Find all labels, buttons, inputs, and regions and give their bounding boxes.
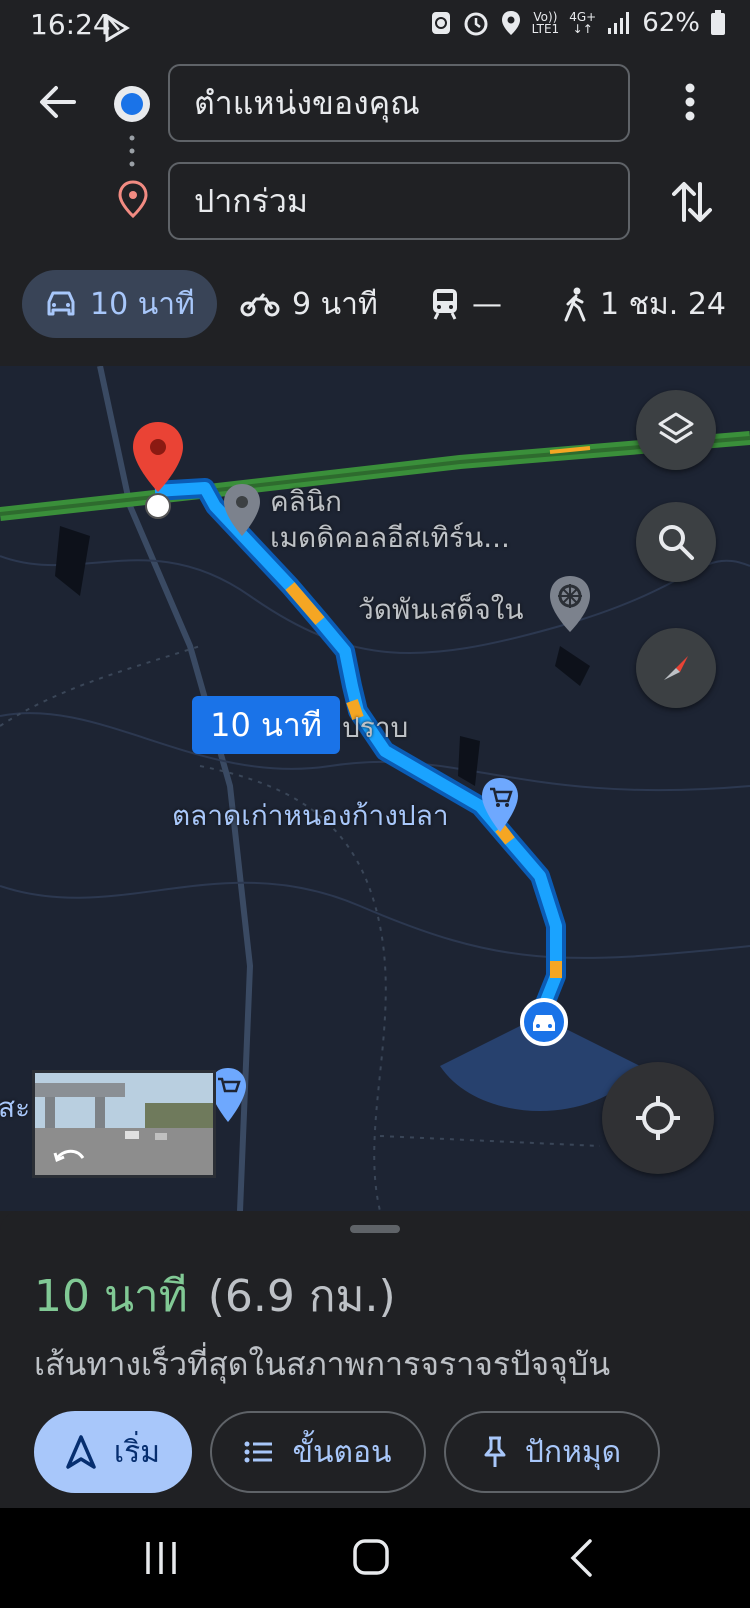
map-block [55,526,90,596]
start-button[interactable]: เริ่ม [34,1411,192,1493]
signal-icon [608,12,630,34]
mode-walking[interactable]: 1 ชม. 24 [562,270,726,338]
clinic-pin-icon[interactable] [222,482,262,538]
mode-motorcycle-label: 9 นาที [292,286,378,322]
layers-icon [658,412,694,444]
search-along-route-button[interactable] [636,502,716,582]
map-view[interactable]: คลินิก เมดดิคอลอีสเทิร์น... วัดพันเสด็จใ… [0,366,750,1211]
recycle-notification-icon [431,12,450,34]
current-location-car-icon [520,998,568,1046]
map-block [458,736,480,786]
clinic-label-line2[interactable]: เมดดิคอลอีสเทิร์น... [270,516,510,560]
route-duration-row: 10 นาที (6.9 กม.) [34,1261,396,1331]
route-description: เส้นทางเร็วที่สุดในสภาพการจราจรปัจจุบัน [34,1345,611,1383]
temple-label[interactable]: วัดพันเสด็จใน [358,588,524,632]
volte-bottom-label: LTE1 [531,22,560,36]
my-location-button[interactable] [602,1062,714,1174]
origin-dot-icon [114,86,150,122]
recent-apps-icon[interactable] [144,1540,178,1576]
origin-field[interactable]: ตำแหน่งของคุณ [168,64,630,142]
mode-driving[interactable]: 10 นาที [22,270,217,338]
data-indicator: 4G+ ↓↑ [569,11,596,35]
status-time: 16:24 [30,8,111,41]
mode-transit-label: — [472,286,502,322]
steps-button[interactable]: ขั้นตอน [210,1411,426,1493]
motorcycle-icon [240,293,280,317]
play-store-icon [105,14,130,42]
route-distance: (6.9 กม.) [207,1271,396,1322]
compass-button[interactable] [636,628,716,708]
map-road-minor [0,881,750,959]
status-icons: Vo)) LTE1 4G+ ↓↑ 62% [430,8,726,38]
travel-mode-bar: 10 นาที 9 นาที — 1 ชม. 24 [0,270,750,338]
walk-icon [564,287,586,322]
back-icon[interactable] [568,1538,594,1578]
location-icon [501,11,520,35]
edge-place-label[interactable]: สะ [0,1086,30,1130]
route-summary-sheet[interactable]: 10 นาที (6.9 กม.) เส้นทางเร็วที่สุดในสภา… [0,1211,750,1508]
destination-field[interactable]: ปากร่วม [168,162,630,240]
mode-driving-label: 10 นาที [90,286,195,322]
map-boundary [379,1135,601,1147]
home-icon[interactable] [352,1538,390,1576]
start-button-label: เริ่ม [113,1434,161,1470]
list-icon [244,1441,273,1463]
temple-pin-icon[interactable] [548,574,592,634]
search-icon [659,525,694,560]
layers-button[interactable] [636,390,716,470]
compass-icon [664,656,688,680]
prap-label[interactable]: ปราบ [342,706,408,750]
mode-transit[interactable]: — [430,270,502,338]
street-view-image [35,1073,213,1175]
data-arrows-icon: ↓↑ [572,22,593,36]
pin-button[interactable]: ปักหมุด [444,1411,660,1493]
route-duration: 10 นาที [34,1271,188,1322]
my-location-icon [636,1096,680,1140]
mode-motorcycle[interactable]: 9 นาที [240,270,378,338]
car-icon [47,291,75,316]
battery-icon [711,10,725,35]
directions-header: ตำแหน่งของคุณ ปากร่วม 10 นาที 9 นาที — 1… [0,56,750,366]
route-time-callout[interactable]: 10 นาที [192,696,340,754]
route-dots [129,135,135,167]
system-navigation-bar [0,1508,750,1608]
destination-pin-icon [118,180,148,218]
swap-directions-icon[interactable] [672,180,712,224]
navigation-arrow-icon [66,1435,96,1469]
map-block [555,646,590,686]
market-label[interactable]: ตลาดเก่าหนองก้างปลา [172,794,449,838]
volte-indicator: Vo)) LTE1 [532,11,560,35]
battery-percent: 62% [642,8,700,38]
back-arrow-icon[interactable] [38,84,78,120]
pin-button-label: ปักหมุด [524,1434,622,1470]
shopping-pin-icon[interactable] [480,776,520,834]
transit-icon [433,289,457,320]
mode-walking-label: 1 ชม. 24 [600,286,727,322]
more-options-icon[interactable] [684,82,696,122]
destination-marker-icon[interactable] [130,420,186,524]
steps-button-label: ขั้นตอน [292,1434,392,1470]
sheet-drag-handle[interactable] [350,1225,400,1233]
alarm-icon [464,12,488,36]
pushpin-icon [484,1436,506,1467]
street-view-thumbnail[interactable] [32,1070,216,1178]
status-bar: 16:24 Vo)) LTE1 4G+ ↓↑ 62% [0,0,750,56]
